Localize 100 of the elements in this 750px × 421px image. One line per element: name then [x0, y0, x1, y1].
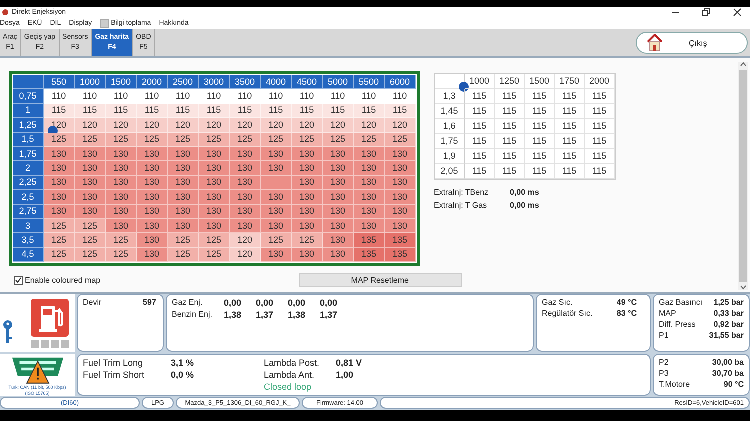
table-cell[interactable]: 125	[44, 233, 75, 248]
table-cell[interactable]: 130	[137, 218, 168, 234]
table-cell[interactable]: 130	[292, 161, 323, 176]
table-cell[interactable]: 130	[323, 146, 354, 162]
table-cell[interactable]: 130	[168, 161, 199, 176]
table-cell[interactable]: 130	[261, 204, 292, 219]
table-cell[interactable]: 130	[75, 190, 106, 205]
scroll-up-icon[interactable]	[740, 62, 746, 67]
table-cell[interactable]: 115	[495, 119, 525, 134]
table-cell[interactable]: 115	[585, 89, 615, 104]
table-cell[interactable]: 130	[261, 218, 292, 234]
table-cell[interactable]: 130	[261, 190, 292, 205]
table-cell[interactable]: 130	[292, 248, 323, 262]
table-cell[interactable]: 130	[354, 161, 385, 176]
table-cell[interactable]: 130	[385, 161, 416, 176]
table-cell[interactable]: 130	[44, 146, 75, 162]
table-cell[interactable]: 115	[465, 119, 495, 134]
checkbox[interactable]	[14, 276, 23, 285]
table-cell[interactable]: 115	[44, 104, 75, 118]
table-cell[interactable]: 130	[292, 176, 323, 190]
table-cell[interactable]: 130	[199, 176, 230, 190]
table-cell[interactable]: 115	[168, 104, 199, 118]
restore-icon[interactable]	[702, 8, 711, 17]
table-cell[interactable]: 125	[261, 233, 292, 248]
table-cell[interactable]: 130	[106, 218, 137, 234]
table-cell[interactable]: 115	[555, 164, 585, 179]
table-cell[interactable]: 135	[385, 233, 416, 248]
table-cell[interactable]: 130	[385, 176, 416, 190]
table-cell[interactable]: 125	[75, 248, 106, 262]
table-cell[interactable]: 130	[292, 190, 323, 205]
table-cell[interactable]: 130	[199, 204, 230, 219]
table-cell[interactable]: 130	[385, 146, 416, 162]
table-cell[interactable]: 115	[230, 104, 261, 118]
table-cell[interactable]: 130	[137, 248, 168, 262]
table-cell[interactable]: 130	[137, 161, 168, 176]
table-cell[interactable]: 125	[261, 132, 292, 147]
table-cell[interactable]: 130	[199, 146, 230, 162]
table-cell[interactable]: 120	[168, 118, 199, 133]
scroll-thumb[interactable]	[739, 70, 747, 282]
table-cell[interactable]: 115	[585, 134, 615, 149]
table-cell[interactable]: 125	[230, 132, 261, 147]
table-cell[interactable]: 115	[585, 149, 615, 164]
table-cell[interactable]: 130	[168, 190, 199, 205]
table-cell[interactable]: 120	[292, 118, 323, 133]
table-cell[interactable]: 115	[137, 104, 168, 118]
table-cell[interactable]: 130	[106, 146, 137, 162]
table-cell[interactable]: 115	[292, 104, 323, 118]
table-cell[interactable]: 115	[261, 104, 292, 118]
table-cell[interactable]: 115	[465, 149, 495, 164]
table-cell[interactable]: 125	[292, 132, 323, 147]
table-cell[interactable]: 135	[385, 248, 416, 262]
table-cell[interactable]: 130	[168, 146, 199, 162]
scrollbar[interactable]	[738, 62, 748, 290]
table-cell[interactable]: 130	[261, 161, 292, 176]
table-cell[interactable]: 130	[75, 146, 106, 162]
table-cell[interactable]: 125	[44, 248, 75, 262]
table-cell[interactable]: 130	[354, 204, 385, 219]
table-cell[interactable]: 115	[525, 149, 555, 164]
table-cell[interactable]: 120	[230, 248, 261, 262]
table-cell[interactable]: 130	[354, 176, 385, 190]
table-cell[interactable]: 120	[137, 118, 168, 133]
table-cell[interactable]: 130	[261, 248, 292, 262]
table-cell[interactable]: 125	[137, 132, 168, 147]
table-cell[interactable]: 115	[585, 164, 615, 179]
table-cell[interactable]: 115	[585, 104, 615, 119]
table-cell[interactable]: 130	[292, 146, 323, 162]
table-cell[interactable]: 130	[230, 190, 261, 205]
table-cell[interactable]: 130	[137, 146, 168, 162]
table-cell[interactable]: 115	[525, 89, 555, 104]
table-cell[interactable]: 120	[385, 118, 416, 133]
table-cell[interactable]: 130	[323, 204, 354, 219]
table-cell[interactable]: 125	[168, 132, 199, 147]
menu-checkbox[interactable]	[100, 19, 110, 28]
table-cell[interactable]: 130	[137, 233, 168, 248]
table-cell[interactable]: 115	[555, 149, 585, 164]
table-cell[interactable]: 130	[323, 218, 354, 234]
table-cell[interactable]: 125	[292, 233, 323, 248]
table-cell[interactable]: 130	[75, 161, 106, 176]
table-cell[interactable]: 115	[385, 104, 416, 118]
table-cell[interactable]: 130	[168, 218, 199, 234]
table-cell[interactable]: 130	[385, 190, 416, 205]
table-cell[interactable]: 130	[44, 161, 75, 176]
table-cell[interactable]: 130	[75, 204, 106, 219]
table-cell[interactable]: 125	[199, 132, 230, 147]
table-cell[interactable]: 115	[555, 119, 585, 134]
table-cell[interactable]: 130	[385, 218, 416, 234]
table-cell[interactable]: 130	[230, 204, 261, 219]
table-cell[interactable]: 130	[199, 190, 230, 205]
table-cell[interactable]: 135	[354, 248, 385, 262]
table-cell[interactable]: 115	[75, 104, 106, 118]
table-cell[interactable]: 115	[495, 89, 525, 104]
table-cell[interactable]: 130	[137, 190, 168, 205]
table-cell[interactable]: 130	[292, 204, 323, 219]
table-cell[interactable]: 130	[354, 190, 385, 205]
table-cell[interactable]: 115	[495, 134, 525, 149]
table-cell[interactable]: 115	[525, 119, 555, 134]
table-cell[interactable]: 125	[385, 132, 416, 147]
table-cell[interactable]: 130	[385, 204, 416, 219]
table-cell[interactable]: 130	[230, 218, 261, 234]
table-cell[interactable]: 115	[465, 164, 495, 179]
